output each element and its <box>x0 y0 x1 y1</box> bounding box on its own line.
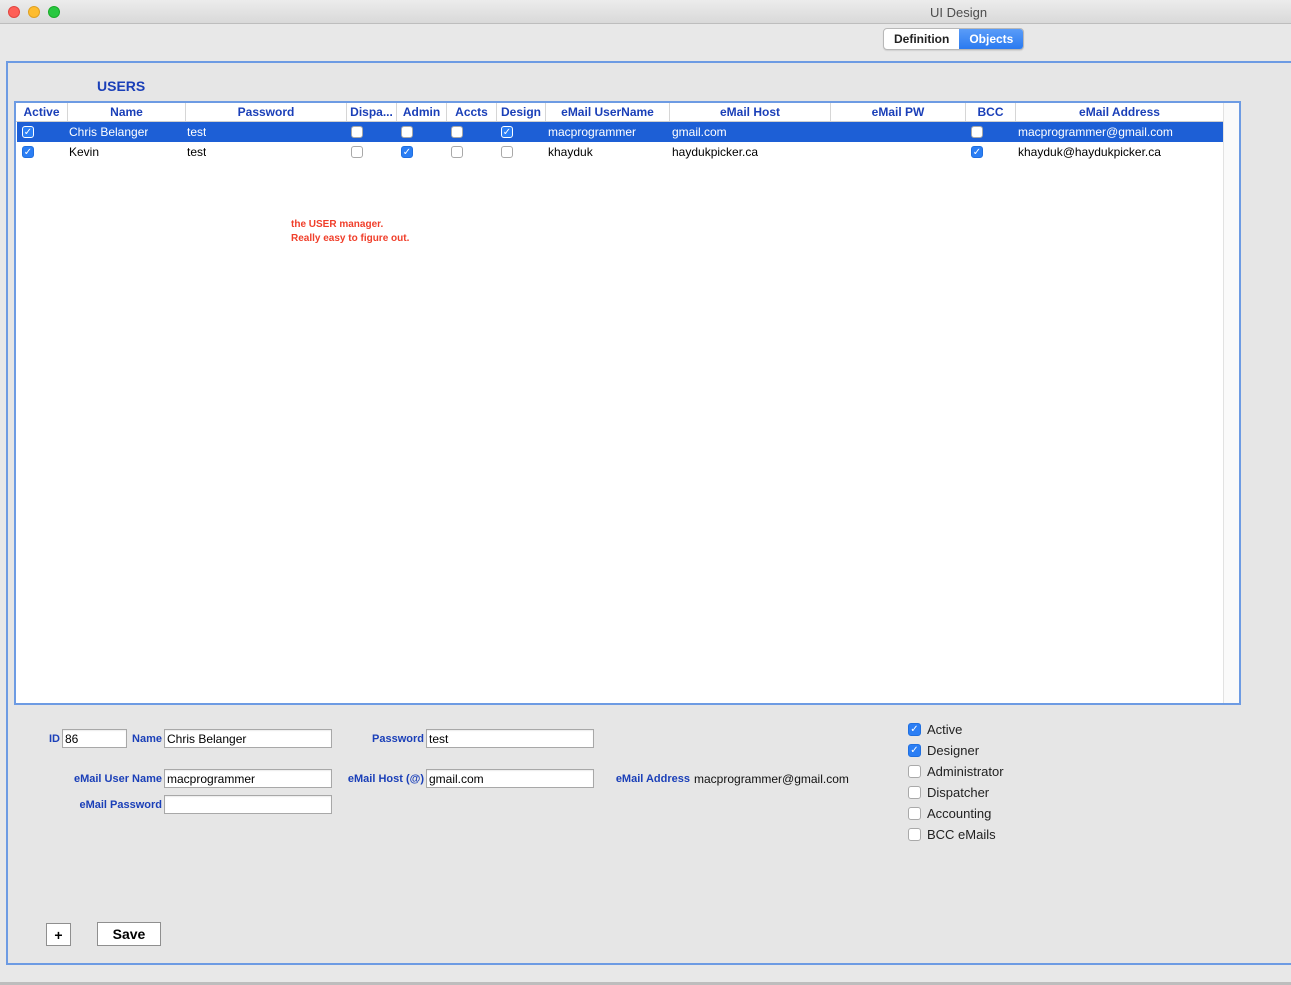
email-user-name-label: eMail User Name <box>73 773 162 785</box>
column-header-admin[interactable]: Admin <box>397 103 447 121</box>
close-window-icon[interactable] <box>8 6 20 18</box>
email-password-label: eMail Password <box>79 799 162 811</box>
row-email-username: macprogrammer <box>548 125 637 139</box>
column-header-email-host[interactable]: eMail Host <box>670 103 831 121</box>
save-button[interactable]: Save <box>97 922 161 946</box>
users-heading: USERS <box>97 78 146 94</box>
table-header: Active Name Password Dispa... Admin Acct… <box>16 103 1224 122</box>
row-active-checkbox[interactable]: ✓ <box>22 146 34 158</box>
row-email-address: macprogrammer@gmail.com <box>1018 125 1173 139</box>
accounting-checkbox[interactable] <box>908 807 921 820</box>
bcc-emails-checkbox[interactable] <box>908 828 921 841</box>
row-bcc-checkbox[interactable] <box>971 126 983 138</box>
row-admin-checkbox[interactable] <box>401 126 413 138</box>
email-address-label: eMail Address <box>615 773 690 785</box>
id-field[interactable] <box>62 729 127 748</box>
column-header-email-username[interactable]: eMail UserName <box>546 103 670 121</box>
window-title: UI Design <box>930 5 988 20</box>
table-scrollbar[interactable] <box>1223 103 1239 703</box>
administrator-checkbox[interactable] <box>908 765 921 778</box>
table-row[interactable]: ✓ Chris Belanger test ✓ macprogrammer gm… <box>17 122 1225 142</box>
name-label: Name <box>132 733 162 745</box>
title-bar: UI Design <box>0 0 1291 24</box>
row-dispatch-checkbox[interactable] <box>351 146 363 158</box>
row-accts-checkbox[interactable] <box>451 146 463 158</box>
administrator-label: Administrator <box>927 764 1004 779</box>
row-name: Chris Belanger <box>69 125 149 139</box>
annotation-note: the USER manager. Really easy to figure … <box>291 218 409 246</box>
row-password: test <box>187 145 207 159</box>
tab-definition[interactable]: Definition <box>884 29 959 49</box>
designer-checkbox[interactable]: ✓ <box>908 744 921 757</box>
column-header-active[interactable]: Active <box>16 103 68 121</box>
table-row[interactable]: ✓ Kevin test ✓ khayduk haydukpicker.ca ✓… <box>17 142 1225 162</box>
row-design-checkbox[interactable]: ✓ <box>501 126 513 138</box>
password-field[interactable] <box>426 729 594 748</box>
row-dispatch-checkbox[interactable] <box>351 126 363 138</box>
row-email-username: khayduk <box>548 145 593 159</box>
view-tabs: Definition Objects <box>883 28 1025 50</box>
name-field[interactable] <box>164 729 332 748</box>
dispatcher-label: Dispatcher <box>927 785 990 800</box>
column-header-name[interactable]: Name <box>68 103 186 121</box>
active-label: Active <box>927 722 963 737</box>
row-email-host: gmail.com <box>672 125 727 139</box>
column-header-accts[interactable]: Accts <box>447 103 497 121</box>
id-label: ID <box>49 733 60 745</box>
row-design-checkbox[interactable] <box>501 146 513 158</box>
row-bcc-checkbox[interactable]: ✓ <box>971 146 983 158</box>
column-header-email-pw[interactable]: eMail PW <box>831 103 966 121</box>
row-accts-checkbox[interactable] <box>451 126 463 138</box>
email-user-name-field[interactable] <box>164 769 332 788</box>
row-name: Kevin <box>69 145 100 159</box>
bcc-emails-label: BCC eMails <box>927 827 996 842</box>
column-header-bcc[interactable]: BCC <box>966 103 1016 121</box>
annotation-line-1: the USER manager. <box>291 219 384 230</box>
minimize-window-icon[interactable] <box>28 6 40 18</box>
email-host-label: eMail Host (@) <box>347 773 424 785</box>
email-host-field[interactable] <box>426 769 594 788</box>
password-label: Password <box>372 733 424 745</box>
active-checkbox[interactable]: ✓ <box>908 723 921 736</box>
column-header-design[interactable]: Design <box>497 103 546 121</box>
column-header-dispatch[interactable]: Dispa... <box>347 103 397 121</box>
accounting-label: Accounting <box>927 806 992 821</box>
designer-label: Designer <box>927 743 980 758</box>
dispatcher-checkbox[interactable] <box>908 786 921 799</box>
row-admin-checkbox[interactable]: ✓ <box>401 146 413 158</box>
add-user-button[interactable]: + <box>46 923 71 946</box>
column-header-email-address[interactable]: eMail Address <box>1016 103 1224 121</box>
row-active-checkbox[interactable]: ✓ <box>22 126 34 138</box>
column-header-password[interactable]: Password <box>186 103 347 121</box>
email-password-field[interactable] <box>164 795 332 814</box>
row-password: test <box>187 125 207 139</box>
row-email-host: haydukpicker.ca <box>672 145 759 159</box>
row-email-address: khayduk@haydukpicker.ca <box>1018 145 1161 159</box>
tab-objects[interactable]: Objects <box>959 29 1024 49</box>
users-table: Active Name Password Dispa... Admin Acct… <box>14 101 1241 705</box>
zoom-window-icon[interactable] <box>48 6 60 18</box>
annotation-line-2: Really easy to figure out. <box>291 233 410 244</box>
email-address-value: macprogrammer@gmail.com <box>694 772 849 786</box>
